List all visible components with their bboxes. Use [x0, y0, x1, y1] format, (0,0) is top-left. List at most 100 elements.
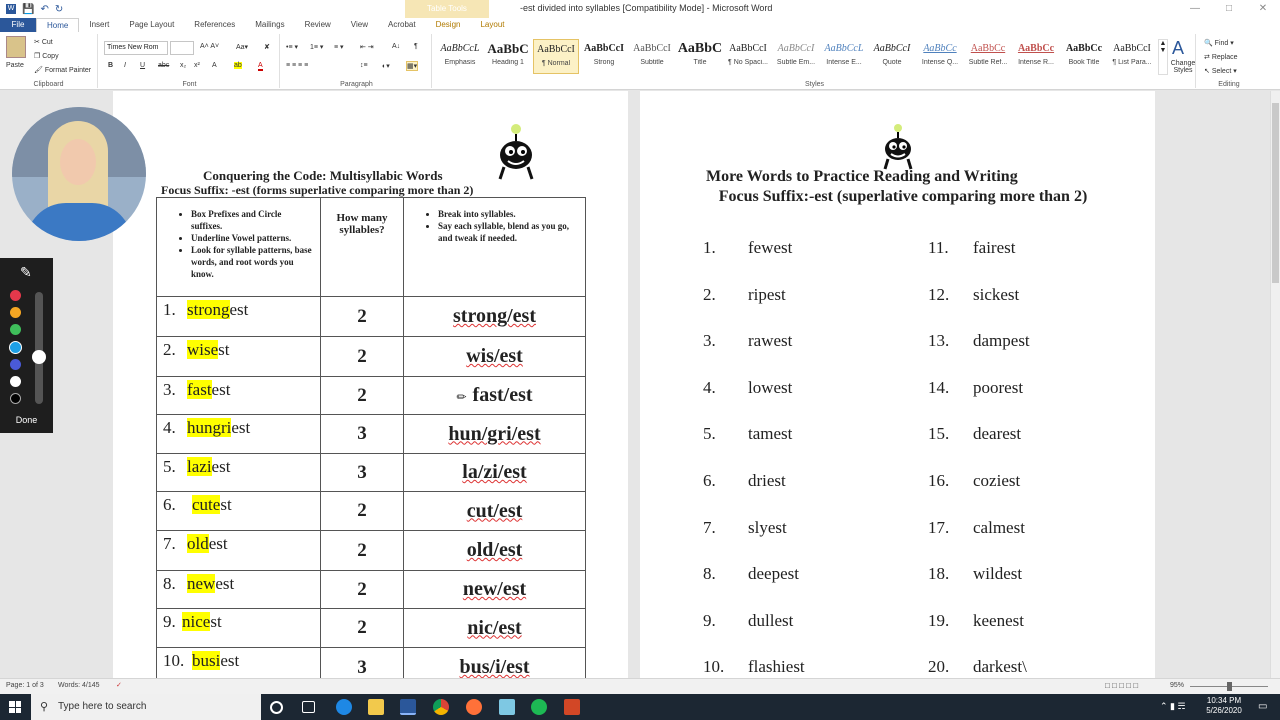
tab-page-layout[interactable]: Page Layout: [119, 18, 184, 32]
save-icon[interactable]: 💾: [22, 4, 34, 15]
tab-layout[interactable]: Layout: [470, 18, 514, 32]
style-title[interactable]: AaBbC Title: [677, 39, 723, 74]
red-color-swatch[interactable]: [10, 290, 21, 301]
cut-button[interactable]: ✂ Cut: [34, 38, 53, 46]
style-list-paragraph[interactable]: AaBbCcI ¶ List Para...: [1109, 39, 1155, 74]
scrollbar-thumb[interactable]: [1272, 103, 1279, 283]
tab-insert[interactable]: Insert: [79, 18, 119, 32]
bold-button[interactable]: B: [108, 62, 113, 69]
black-color-swatch[interactable]: [10, 393, 21, 404]
style-subtle-emphasis[interactable]: AaBbCcI Subtle Em...: [773, 39, 819, 74]
edge-icon[interactable]: [336, 699, 352, 715]
word-taskbar-icon[interactable]: [400, 699, 416, 715]
underline-button[interactable]: U: [140, 62, 145, 69]
chrome-icon[interactable]: [433, 699, 449, 715]
notifications-icon[interactable]: ▭: [1258, 701, 1267, 712]
zoom-level[interactable]: 95%: [1170, 682, 1184, 689]
maximize-button[interactable]: □: [1212, 0, 1246, 18]
font-color-button[interactable]: A: [258, 62, 263, 71]
clock-date[interactable]: 5/26/2020: [1202, 706, 1246, 715]
minimize-button[interactable]: —: [1178, 0, 1212, 18]
proofing-icon[interactable]: ✓: [116, 681, 122, 689]
strikethrough-button[interactable]: abc: [158, 62, 169, 69]
pen-size-slider-thumb[interactable]: [32, 350, 46, 364]
zoom-slider-thumb[interactable]: [1227, 682, 1232, 691]
change-styles-icon[interactable]: A: [1172, 38, 1184, 59]
task-view-icon[interactable]: [302, 701, 315, 713]
pen-icon[interactable]: ✎: [20, 264, 32, 281]
tab-acrobat[interactable]: Acrobat: [378, 18, 426, 32]
font-name-input[interactable]: Times New Rom: [104, 41, 168, 55]
view-buttons[interactable]: □ □ □ □ □: [1105, 681, 1138, 690]
bullets-button[interactable]: •≡ ▾: [286, 43, 298, 51]
vertical-scrollbar[interactable]: [1270, 91, 1280, 678]
document-area[interactable]: Conquering the Code: Multisyllabic Words…: [0, 91, 1270, 678]
style-subtle-reference[interactable]: AaBbCc Subtle Ref...: [965, 39, 1011, 74]
windows-start-icon[interactable]: [9, 701, 21, 713]
style-intense-quote[interactable]: AaBbCc Intense Q...: [917, 39, 963, 74]
styles-scroll[interactable]: ▲ ▼: [1158, 39, 1168, 75]
tab-home[interactable]: Home: [36, 18, 80, 32]
firefox-icon[interactable]: [466, 699, 482, 715]
superscript-button[interactable]: x²: [194, 62, 200, 69]
clock-time[interactable]: 10:34 PM: [1204, 696, 1244, 705]
tab-references[interactable]: References: [184, 18, 245, 32]
replace-button[interactable]: ⇄ Replace: [1204, 53, 1238, 61]
align-buttons[interactable]: ≡ ≡ ≡ ≡: [286, 62, 308, 69]
line-spacing-button[interactable]: ↕≡: [360, 62, 368, 69]
tab-file[interactable]: File: [0, 18, 36, 32]
style-emphasis[interactable]: AaBbCcL Emphasis: [437, 39, 483, 74]
multilevel-list-button[interactable]: ≡ ▾: [334, 43, 344, 51]
paste-icon[interactable]: [6, 36, 26, 58]
tab-design[interactable]: Design: [426, 18, 471, 32]
grow-font-button[interactable]: A˄ A˅: [200, 43, 219, 50]
borders-button[interactable]: ▦▾: [406, 61, 419, 71]
indigo-color-swatch[interactable]: [10, 359, 21, 370]
style-strong[interactable]: AaBbCcI Strong: [581, 39, 627, 74]
highlight-button[interactable]: ab: [234, 62, 242, 69]
change-case-button[interactable]: Aa▾: [236, 43, 248, 51]
notepad-icon[interactable]: [499, 699, 515, 715]
show-formatting-button[interactable]: ¶: [414, 43, 418, 50]
tab-mailings[interactable]: Mailings: [245, 18, 294, 32]
italic-button[interactable]: I: [124, 62, 126, 69]
sort-button[interactable]: A↓: [392, 43, 400, 50]
orange-color-swatch[interactable]: [10, 307, 21, 318]
text-effects-button[interactable]: A: [212, 62, 217, 69]
style-no-spacing[interactable]: AaBbCcI ¶ No Spaci...: [725, 39, 771, 74]
blue-color-swatch[interactable]: [9, 341, 22, 354]
style-heading-1[interactable]: AaBbC Heading 1: [485, 39, 531, 74]
numbering-button[interactable]: 1≡ ▾: [310, 43, 323, 51]
cortana-icon[interactable]: [270, 701, 283, 714]
style-intense-reference[interactable]: AaBbCc Intense R...: [1013, 39, 1059, 74]
done-button[interactable]: Done: [0, 415, 53, 425]
format-painter-button[interactable]: 🖌 Format Painter: [34, 66, 91, 74]
font-size-input[interactable]: [170, 41, 194, 55]
select-button[interactable]: ↖ Select ▾: [1204, 67, 1237, 75]
tab-review[interactable]: Review: [295, 18, 341, 32]
pen-size-slider[interactable]: [35, 292, 43, 404]
page-count[interactable]: Page: 1 of 3: [6, 682, 44, 689]
file-explorer-icon[interactable]: [368, 699, 384, 715]
clear-format-icon[interactable]: ✘: [264, 43, 270, 51]
indent-buttons[interactable]: ⇤ ⇥: [360, 43, 374, 51]
white-color-swatch[interactable]: [10, 376, 21, 387]
copy-button[interactable]: ❐ Copy: [34, 52, 59, 60]
taskbar-search-input[interactable]: Type here to search: [31, 694, 261, 720]
powerpoint-icon[interactable]: [564, 699, 580, 715]
subscript-button[interactable]: x₂: [180, 62, 186, 69]
undo-icon[interactable]: ↶: [40, 4, 48, 15]
word-count[interactable]: Words: 4/145: [58, 682, 100, 689]
style-book-title[interactable]: AaBbCc Book Title: [1061, 39, 1107, 74]
style-intense-emphasis[interactable]: AaBbCcL Intense E...: [821, 39, 867, 74]
style-normal[interactable]: AaBbCcI ¶ Normal: [533, 39, 579, 74]
paste-button[interactable]: Paste: [6, 62, 24, 69]
style-subtitle[interactable]: AaBbCcI Subtitle: [629, 39, 675, 74]
style-quote[interactable]: AaBbCcI Quote: [869, 39, 915, 74]
tab-view[interactable]: View: [341, 18, 378, 32]
redo-icon[interactable]: ↻: [55, 4, 63, 15]
find-button[interactable]: 🔍 Find ▾: [1204, 39, 1234, 47]
green-color-swatch[interactable]: [10, 324, 21, 335]
spotify-icon[interactable]: [531, 699, 547, 715]
close-button[interactable]: ✕: [1246, 0, 1280, 18]
